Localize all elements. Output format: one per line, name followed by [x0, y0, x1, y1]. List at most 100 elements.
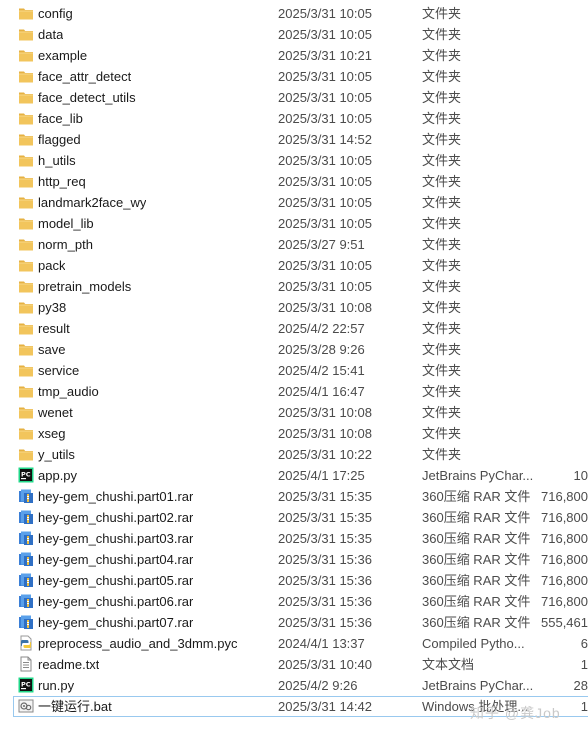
file-row[interactable]: y_utils 2025/3/31 10:22 文件夹 — [0, 444, 588, 465]
file-type: 文件夹 — [422, 300, 462, 315]
file-type: Compiled Pytho... — [422, 636, 525, 651]
file-type: 文件夹 — [422, 237, 462, 252]
file-type: 360压缩 RAR 文件 — [422, 531, 531, 546]
file-row[interactable]: hey-gem_chushi.part02.rar 2025/3/31 15:35… — [0, 507, 588, 528]
file-date-modified: 2025/3/31 10:08 — [278, 426, 372, 441]
file-row[interactable]: face_detect_utils 2025/3/31 10:05 文件夹 — [0, 87, 588, 108]
folder-icon — [18, 131, 34, 147]
file-size: 6 — [580, 636, 588, 651]
file-size: 716,800 — [541, 594, 588, 609]
file-row[interactable]: face_attr_detect 2025/3/31 10:05 文件夹 — [0, 66, 588, 87]
file-row[interactable]: norm_pth 2025/3/27 9:51 文件夹 — [0, 234, 588, 255]
watermark: 知乎 @龚Job — [470, 705, 561, 721]
file-row[interactable]: hey-gem_chushi.part04.rar 2025/3/31 15:36… — [0, 549, 588, 570]
file-name: hey-gem_chushi.part05.rar — [38, 573, 194, 588]
file-name: hey-gem_chushi.part02.rar — [38, 510, 194, 525]
file-row[interactable]: pretrain_models 2025/3/31 10:05 文件夹 — [0, 276, 588, 297]
file-type: 360压缩 RAR 文件 — [422, 573, 531, 588]
file-date-modified: 2024/4/1 13:37 — [278, 636, 365, 651]
file-type: 文件夹 — [422, 384, 462, 399]
file-row[interactable]: service 2025/4/2 15:41 文件夹 — [0, 360, 588, 381]
svg-text:PC: PC — [21, 681, 31, 689]
file-name: hey-gem_chushi.part01.rar — [38, 489, 194, 504]
file-row[interactable]: h_utils 2025/3/31 10:05 文件夹 — [0, 150, 588, 171]
file-date-modified: 2025/3/31 14:52 — [278, 132, 372, 147]
file-row[interactable]: http_req 2025/3/31 10:05 文件夹 — [0, 171, 588, 192]
file-name: save — [38, 342, 66, 357]
file-date-modified: 2025/3/31 15:35 — [278, 531, 372, 546]
file-row[interactable]: config 2025/3/31 10:05 文件夹 — [0, 3, 588, 24]
rar-archive-icon — [18, 509, 34, 525]
file-date-modified: 2025/3/31 15:35 — [278, 510, 372, 525]
file-type: 文件夹 — [422, 195, 462, 210]
python-compiled-icon — [18, 635, 34, 651]
file-size: 10 — [573, 468, 588, 483]
file-date-modified: 2025/3/31 10:08 — [278, 405, 372, 420]
file-name: face_lib — [38, 111, 83, 126]
file-type: 360压缩 RAR 文件 — [422, 594, 531, 609]
text-file-icon — [18, 656, 34, 672]
batch-file-icon — [18, 698, 34, 714]
folder-icon — [18, 278, 34, 294]
file-row[interactable]: wenet 2025/3/31 10:08 文件夹 — [0, 402, 588, 423]
file-type: 文件夹 — [422, 321, 462, 336]
folder-icon — [18, 383, 34, 399]
file-row[interactable]: PC app.py 2025/4/1 17:25 JetBrains PyChar..… — [0, 465, 588, 486]
file-name: norm_pth — [38, 237, 93, 252]
file-row[interactable]: data 2025/3/31 10:05 文件夹 — [0, 24, 588, 45]
file-row[interactable]: hey-gem_chushi.part07.rar 2025/3/31 15:36… — [0, 612, 588, 633]
rar-archive-icon — [18, 488, 34, 504]
file-date-modified: 2025/3/31 10:08 — [278, 300, 372, 315]
folder-icon — [18, 362, 34, 378]
file-date-modified: 2025/4/1 17:25 — [278, 468, 365, 483]
file-row[interactable]: face_lib 2025/3/31 10:05 文件夹 — [0, 108, 588, 129]
file-name: face_attr_detect — [38, 69, 132, 84]
file-size: 1 — [580, 657, 588, 672]
folder-icon — [18, 299, 34, 315]
file-name: flagged — [38, 132, 81, 147]
file-date-modified: 2025/4/2 9:26 — [278, 678, 358, 693]
file-date-modified: 2025/3/31 15:36 — [278, 594, 372, 609]
file-row[interactable]: readme.txt 2025/3/31 10:40 文本文档 1 — [0, 654, 588, 675]
file-row[interactable]: hey-gem_chushi.part03.rar 2025/3/31 15:35… — [0, 528, 588, 549]
file-row[interactable]: hey-gem_chushi.part01.rar 2025/3/31 15:35… — [0, 486, 588, 507]
file-type: 文件夹 — [422, 216, 462, 231]
file-name: pretrain_models — [38, 279, 132, 294]
file-type: 文件夹 — [422, 90, 462, 105]
file-row[interactable]: landmark2face_wy 2025/3/31 10:05 文件夹 — [0, 192, 588, 213]
file-row[interactable]: PC run.py 2025/4/2 9:26 JetBrains PyChar...… — [0, 675, 588, 696]
file-name: preprocess_audio_and_3dmm.pyc — [38, 636, 238, 651]
file-row[interactable]: result 2025/4/2 22:57 文件夹 — [0, 318, 588, 339]
file-row[interactable]: hey-gem_chushi.part05.rar 2025/3/31 15:36… — [0, 570, 588, 591]
file-name: py38 — [38, 300, 67, 315]
file-date-modified: 2025/3/31 15:36 — [278, 615, 372, 630]
file-row[interactable]: py38 2025/3/31 10:08 文件夹 — [0, 297, 588, 318]
file-type: 360压缩 RAR 文件 — [422, 552, 531, 567]
file-type: 文件夹 — [422, 447, 462, 462]
folder-icon — [18, 68, 34, 84]
file-row[interactable]: hey-gem_chushi.part06.rar 2025/3/31 15:36… — [0, 591, 588, 612]
file-row[interactable]: model_lib 2025/3/31 10:05 文件夹 — [0, 213, 588, 234]
file-type: JetBrains PyChar... — [422, 468, 534, 483]
file-name: data — [38, 27, 64, 42]
file-name: model_lib — [38, 216, 94, 231]
file-row[interactable]: flagged 2025/3/31 14:52 文件夹 — [0, 129, 588, 150]
file-type: 文件夹 — [422, 342, 462, 357]
svg-text:PC: PC — [21, 471, 31, 479]
file-row[interactable]: example 2025/3/31 10:21 文件夹 — [0, 45, 588, 66]
file-row[interactable]: save 2025/3/28 9:26 文件夹 — [0, 339, 588, 360]
file-date-modified: 2025/3/31 10:05 — [278, 69, 372, 84]
file-row[interactable]: preprocess_audio_and_3dmm.pyc 2024/4/1 13… — [0, 633, 588, 654]
folder-icon — [18, 194, 34, 210]
file-row[interactable]: xseg 2025/3/31 10:08 文件夹 — [0, 423, 588, 444]
file-row[interactable]: tmp_audio 2025/4/1 16:47 文件夹 — [0, 381, 588, 402]
file-name: example — [38, 48, 88, 63]
file-row[interactable]: pack 2025/3/31 10:05 文件夹 — [0, 255, 588, 276]
folder-icon — [18, 404, 34, 420]
file-type: JetBrains PyChar... — [422, 678, 534, 693]
folder-icon — [18, 257, 34, 273]
folder-icon — [18, 5, 34, 21]
file-type: 文件夹 — [422, 27, 462, 42]
file-type: 文件夹 — [422, 69, 462, 84]
file-name: hey-gem_chushi.part03.rar — [38, 531, 194, 546]
